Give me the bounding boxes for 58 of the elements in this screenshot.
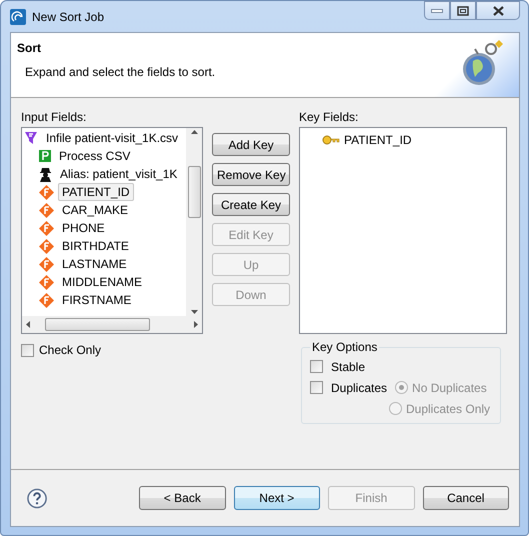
input-fields-label: Input Fields: (21, 110, 88, 124)
key-fields-label: Key Fields: (299, 110, 360, 124)
field-icon (39, 274, 54, 290)
key-icon (322, 135, 340, 145)
page-description: Expand and select the fields to sort. (25, 65, 216, 79)
window-title: New Sort Job (32, 10, 104, 24)
process-icon (39, 150, 51, 162)
tree-item[interactable]: Process CSV (55, 147, 134, 165)
checkbox[interactable] (310, 381, 323, 394)
wizard-button[interactable]: < Back (139, 486, 226, 510)
tree-item[interactable]: PHONE (58, 219, 109, 237)
checkbox[interactable] (21, 344, 34, 356)
tree-item[interactable]: Alias: patient_visit_1K (56, 165, 182, 183)
field-icon (39, 256, 54, 272)
close-button[interactable] (476, 1, 520, 20)
field-icon (39, 184, 54, 200)
field-icon (39, 238, 54, 254)
tree-item[interactable]: FIRSTNAME (58, 291, 136, 309)
key-field-item[interactable]: PATIENT_ID (344, 133, 412, 147)
scroll-up-icon[interactable] (190, 130, 198, 134)
checkbox-label: Stable (331, 360, 366, 374)
tree-item[interactable]: Infile patient-visit_1K.csv (42, 129, 182, 147)
scrollbar-thumb[interactable] (44, 318, 150, 331)
tree-item[interactable]: CAR_MAKE (58, 201, 132, 219)
scrollbar-thumb[interactable] (188, 166, 200, 218)
scroll-left-icon[interactable] (26, 321, 30, 328)
wizard-button[interactable]: Cancel (422, 486, 510, 510)
field-icon (39, 220, 54, 236)
close-icon (492, 6, 504, 16)
radio-label: No Duplicates (412, 380, 487, 394)
page-title: Sort (17, 41, 42, 55)
spy-icon (39, 166, 52, 182)
vertical-scrollbar[interactable] (186, 128, 202, 316)
key-action-button[interactable]: Add Key (212, 133, 290, 156)
field-icon (39, 202, 54, 218)
stopwatch-globe-icon (461, 39, 505, 87)
horizontal-scrollbar[interactable] (22, 316, 202, 333)
tree-item[interactable]: LASTNAME (58, 255, 131, 273)
key-action-button[interactable]: Create Key (212, 193, 290, 216)
funnel-icon (24, 131, 38, 145)
app-icon (10, 8, 26, 24)
maximize-button[interactable] (450, 1, 476, 20)
wizard-button[interactable]: Next > (234, 486, 320, 510)
scroll-down-icon[interactable] (190, 310, 198, 314)
scroll-right-icon[interactable] (194, 321, 198, 328)
check-only-label: Check Only (39, 343, 102, 357)
checkbox[interactable] (310, 360, 323, 373)
key-action-button[interactable]: Remove Key (212, 163, 290, 186)
field-icon (39, 292, 54, 308)
maximize-icon (457, 6, 469, 16)
tree-item[interactable]: PATIENT_ID (58, 183, 134, 201)
group-title: Key Options (311, 340, 378, 354)
tree-item[interactable]: BIRTHDATE (58, 237, 133, 255)
radio-label: Duplicates Only (406, 402, 490, 416)
help-icon[interactable] (27, 488, 48, 508)
checkbox-label: Duplicates (331, 380, 388, 394)
tree-item[interactable]: MIDDLENAME (58, 273, 146, 291)
minimize-icon (431, 8, 443, 12)
